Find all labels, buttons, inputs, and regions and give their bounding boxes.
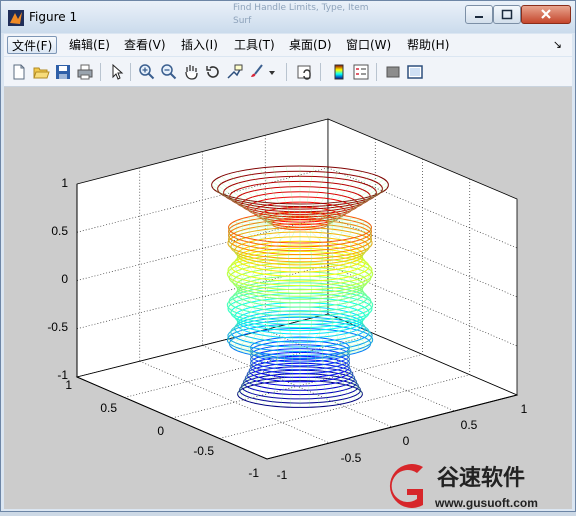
z-tick-label: 0.5 [51,224,68,238]
watermark-brand: 谷速软件 [437,465,525,491]
menu-dock-arrow-icon[interactable]: ↘ [553,38,562,51]
watermark-url: www.gusuoft.com [434,496,538,510]
title-bar[interactable]: Figure 1 Find Handle Limits, Type, Item … [1,1,575,33]
y-tick-label: 0 [157,424,164,438]
legend-icon[interactable] [352,63,370,81]
new-figure-icon[interactable] [10,63,28,81]
y-tick-label: -0.5 [193,444,214,458]
background-window-text: Find Handle Limits, Type, Item [233,3,369,13]
window-title: Figure 1 [29,10,78,24]
y-tick-label: -1 [248,466,259,480]
toolbar-separator [320,63,321,81]
x-tick-label: -1 [277,468,288,482]
save-icon[interactable] [54,63,72,81]
x-tick-label: 1 [521,402,528,416]
link-plot-icon[interactable] [296,63,314,81]
z-tick-label: -0.5 [47,320,68,334]
toolbar-separator [130,63,131,81]
zoom-out-icon[interactable] [160,63,178,81]
close-button[interactable] [521,5,571,24]
open-file-icon[interactable] [32,63,50,81]
hide-plot-tools-icon[interactable] [384,63,402,81]
gusu-logo-icon [389,464,423,508]
zoom-in-icon[interactable] [138,63,156,81]
maximize-button[interactable] [493,5,521,24]
x-tick-label: 0.5 [461,418,478,432]
data-cursor-icon[interactable] [226,63,244,81]
minimize-icon [475,16,483,18]
figure-canvas[interactable]: 1 0.5 0 -0.5 -1 1 0.5 0 -0.5 -1 -1 -0.5 … [4,87,572,509]
menu-desktop[interactable]: 桌面(D) [285,36,336,54]
pan-hand-icon[interactable] [182,63,200,81]
menu-edit[interactable]: 编辑(E) [65,36,114,54]
plot-svg[interactable]: 1 0.5 0 -0.5 -1 1 0.5 0 -0.5 -1 -1 -0.5 … [4,87,572,509]
dropdown-arrow-icon[interactable] [267,63,277,81]
watermark-logo: 谷速软件 www.gusuoft.com [379,459,576,513]
x-tick-label: 0 [403,434,410,448]
z-tick-label: 0 [61,272,68,286]
figure-window: Figure 1 Find Handle Limits, Type, Item … [0,0,576,512]
matlab-logo-icon [8,10,24,26]
y-tick-label: 1 [65,378,72,392]
menu-window[interactable]: 窗口(W) [342,36,395,54]
menu-bar: 文件(F) 编辑(E) 查看(V) 插入(I) 工具(T) 桌面(D) 窗口(W… [4,34,572,56]
z-tick-label: 1 [61,176,68,190]
toolbar-separator [286,63,287,81]
brush-icon[interactable] [248,63,266,81]
figure-toolbar [4,57,572,87]
toolbar-separator [100,63,101,81]
menu-insert[interactable]: 插入(I) [177,36,222,54]
x-tick-label: -0.5 [341,451,362,465]
colorbar-icon[interactable] [330,63,348,81]
close-icon [541,9,551,19]
print-icon[interactable] [76,63,94,81]
rotate-3d-icon[interactable] [204,63,222,81]
menu-tools[interactable]: 工具(T) [230,36,279,54]
show-plot-tools-icon[interactable] [406,63,424,81]
background-window-text-2: Surf [233,16,252,26]
menu-help[interactable]: 帮助(H) [403,36,453,54]
maximize-icon [501,9,513,20]
menu-file[interactable]: 文件(F) [7,36,58,54]
toolbar-separator [376,63,377,81]
minimize-button[interactable] [465,5,493,24]
y-tick-label: 0.5 [100,401,117,415]
pointer-icon[interactable] [108,63,126,81]
menu-view[interactable]: 查看(V) [120,36,170,54]
watermark-svg: 谷速软件 www.gusuoft.com [389,464,538,510]
